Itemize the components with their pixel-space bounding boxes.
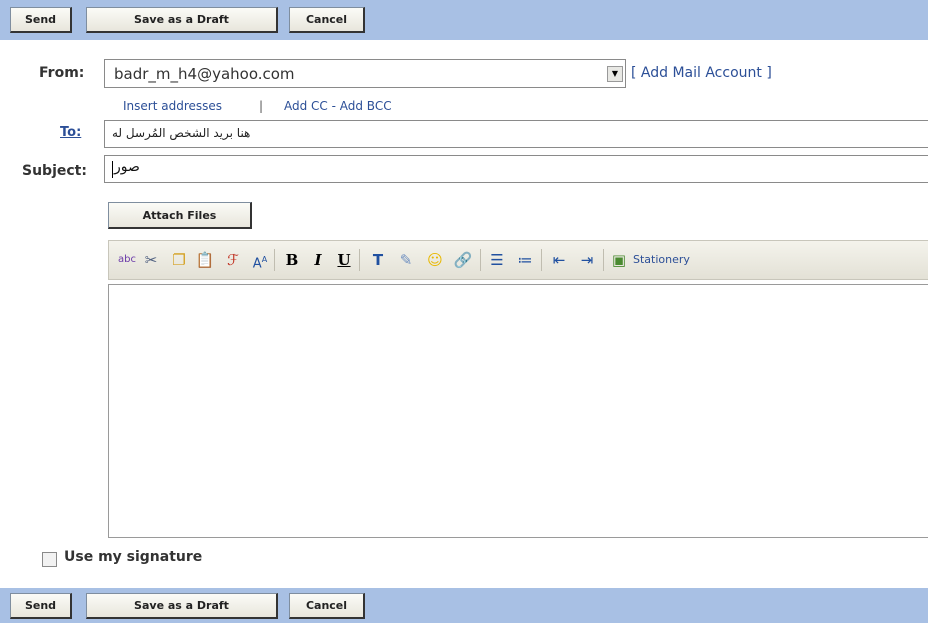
send-button[interactable]: Send: [10, 593, 72, 619]
toolbar-separator: [541, 249, 542, 271]
to-label[interactable]: To:: [60, 125, 81, 140]
cancel-button[interactable]: Cancel: [289, 7, 365, 33]
add-cc-bcc-link[interactable]: Add CC - Add BCC: [284, 99, 392, 113]
send-button[interactable]: Send: [10, 7, 72, 33]
bold-icon[interactable]: B: [280, 250, 304, 270]
message-body-editor[interactable]: [108, 284, 928, 538]
font-size-icon[interactable]: AA: [248, 250, 272, 274]
insert-link-icon[interactable]: 🔗: [451, 250, 475, 270]
save-draft-button[interactable]: Save as a Draft: [86, 593, 278, 619]
underline-icon[interactable]: U: [332, 250, 356, 270]
top-action-bar: Send Save as a Draft Cancel: [0, 0, 928, 40]
align-icon[interactable]: ☰: [485, 250, 509, 270]
subject-value: صور: [114, 159, 140, 175]
text-cursor: [112, 161, 113, 178]
cancel-button[interactable]: Cancel: [289, 593, 365, 619]
insert-addresses-link[interactable]: Insert addresses: [123, 99, 222, 113]
from-label: From:: [39, 65, 85, 81]
to-field[interactable]: هنا بريد الشخص المُرسل له: [104, 120, 928, 148]
bottom-action-bar: Send Save as a Draft Cancel: [0, 588, 928, 623]
font-icon[interactable]: ℱ: [221, 250, 245, 270]
from-select[interactable]: badr_m_h4@yahoo.com ▼: [104, 59, 626, 88]
chevron-down-icon[interactable]: ▼: [607, 66, 623, 82]
editor-toolbar: abc ✂ ❐ 📋 ℱ AA B I U T ✎ ☺ 🔗 ☰ ≔ ⇤ ⇥ ▣ S…: [108, 240, 928, 280]
subject-label: Subject:: [22, 163, 87, 179]
text-color-icon[interactable]: T: [366, 250, 390, 270]
toolbar-separator: [274, 249, 275, 271]
emoticon-icon[interactable]: ☺: [423, 250, 447, 270]
cut-icon[interactable]: ✂: [139, 250, 163, 270]
use-signature-checkbox[interactable]: [42, 552, 57, 567]
bullet-list-icon[interactable]: ≔: [513, 250, 537, 270]
paste-icon[interactable]: 📋: [193, 250, 217, 270]
toolbar-separator: [480, 249, 481, 271]
spellcheck-icon[interactable]: abc: [115, 250, 139, 270]
to-value: هنا بريد الشخص المُرسل له: [112, 126, 251, 140]
toolbar-separator: [359, 249, 360, 271]
subject-field[interactable]: صور: [104, 155, 928, 183]
use-signature-label[interactable]: Use my signature: [64, 549, 202, 565]
address-links-divider: |: [259, 99, 264, 113]
toolbar-separator: [603, 249, 604, 271]
from-value: badr_m_h4@yahoo.com: [114, 65, 295, 83]
indent-icon[interactable]: ⇥: [575, 250, 599, 270]
copy-icon[interactable]: ❐: [167, 250, 191, 270]
stationery-label[interactable]: Stationery: [633, 253, 690, 266]
stationery-icon[interactable]: ▣: [609, 250, 629, 270]
highlight-icon[interactable]: ✎: [394, 250, 418, 270]
attach-files-button[interactable]: Attach Files: [108, 202, 252, 229]
outdent-icon[interactable]: ⇤: [547, 250, 571, 270]
italic-icon[interactable]: I: [306, 250, 330, 270]
save-draft-button[interactable]: Save as a Draft: [86, 7, 278, 33]
add-mail-account-link[interactable]: [ Add Mail Account ]: [631, 65, 772, 81]
